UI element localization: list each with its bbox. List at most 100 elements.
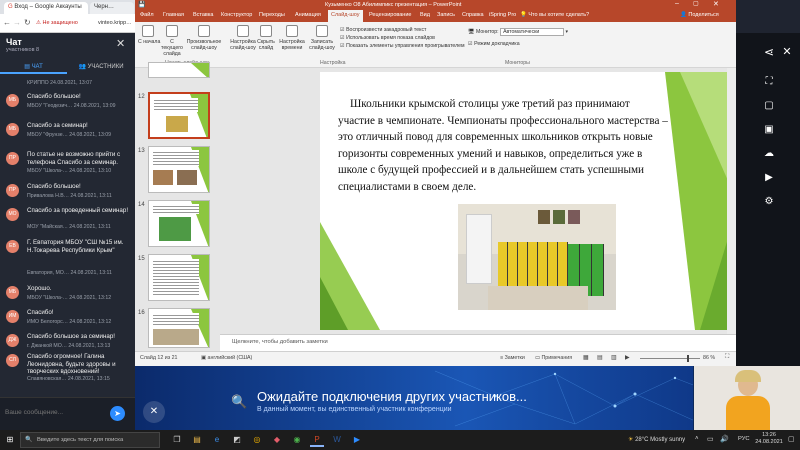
notifications-icon[interactable]: ▢ — [788, 435, 795, 443]
record-show-button[interactable]: Записать слайд-шоу — [307, 25, 337, 51]
clock[interactable]: 13:26 24.08.2021 — [754, 432, 784, 446]
reload-icon[interactable]: ↻ — [24, 18, 31, 27]
slide-thumbnail[interactable] — [148, 254, 210, 301]
slide-body-text[interactable]: Школьники крымской столицы уже третий ра… — [338, 96, 668, 195]
normal-view-icon[interactable]: ▦ — [583, 354, 589, 361]
list-item: КРИППО 24.08.2021, 13:07 — [27, 80, 92, 86]
zoom-slider[interactable] — [640, 358, 700, 359]
group-setup-label: Настройка — [320, 60, 346, 66]
photo-banner — [466, 214, 492, 284]
tab-participants[interactable]: 👥 УЧАСТНИКИ — [67, 60, 135, 74]
tab-transitions[interactable]: Переходы — [259, 12, 285, 18]
notes-pane[interactable]: Щелкните, чтобы добавить заметки — [220, 334, 736, 351]
setup-show-button[interactable]: Настройка слайд-шоу — [230, 25, 256, 51]
language-indicator[interactable]: РУС — [738, 436, 750, 442]
self-video[interactable] — [694, 366, 800, 430]
monitor-select[interactable]: 🖥 Монитор: Автоматически ▾ — [468, 28, 568, 36]
media-controls-checkbox[interactable]: ☑ Показать элементы управления проигрыва… — [340, 42, 465, 50]
back-icon[interactable]: ← — [3, 18, 11, 27]
waiting-banner: ✕ 🔍 Ожидайте подключения других участник… — [135, 366, 736, 430]
slide-photo[interactable] — [458, 204, 616, 310]
tab-design[interactable]: Конструктор — [221, 12, 252, 18]
present-icon[interactable]: ▣ — [762, 123, 776, 137]
powerpoint-icon[interactable]: P — [310, 433, 324, 447]
tab-chat[interactable]: ▤ ЧАТ — [0, 60, 67, 74]
tab-review[interactable]: Рецензирование — [369, 12, 411, 18]
slideshow-view-icon[interactable]: ▶ — [625, 354, 630, 361]
tab-slideshow[interactable]: Слайд-шоу — [328, 10, 363, 22]
custom-show-icon — [198, 25, 210, 37]
video-app-icon[interactable]: ▶ — [350, 433, 364, 447]
tab-insert[interactable]: Вставка — [193, 12, 213, 18]
tab-view[interactable]: Вид — [420, 12, 430, 18]
rehearse-timing-button[interactable]: Настройка времени — [278, 25, 306, 51]
hide-slide-button[interactable]: Скрыть слайд — [256, 25, 276, 51]
from-current-button[interactable]: С текущего слайда — [159, 25, 185, 57]
presenter-view-checkbox[interactable]: ☑ Режим докладчика — [468, 41, 520, 47]
start-icon[interactable]: ⊞ — [3, 433, 17, 447]
slide-thumbnail[interactable] — [148, 62, 210, 78]
close-window-icon[interactable]: ✕ — [713, 0, 719, 8]
current-slide[interactable]: Школьники крымской столицы уже третий ра… — [320, 72, 733, 330]
tray-chevron-icon[interactable]: ˄ — [695, 436, 699, 442]
address-bar[interactable]: ← → ↻ ⚠ Не защищено vinteo.kripp… — [0, 14, 135, 33]
slide-thumbnail-active[interactable] — [148, 92, 210, 139]
slide-thumbnail[interactable] — [148, 146, 210, 193]
close-icon[interactable]: ✕ — [780, 45, 794, 59]
vertical-scrollbar[interactable] — [727, 68, 736, 334]
share-icon[interactable]: ⋖ — [762, 45, 776, 59]
store-icon[interactable]: ◩ — [230, 433, 244, 447]
zoom-level[interactable]: 86 % — [703, 355, 715, 361]
custom-show-button[interactable]: Произвольное слайд-шоу — [186, 25, 222, 51]
edge-icon[interactable]: e — [210, 433, 224, 447]
upload-icon[interactable]: ☁ — [762, 147, 776, 161]
chat-message-input[interactable] — [5, 405, 105, 419]
close-chat-icon[interactable]: ✕ — [116, 37, 125, 50]
language-indicator[interactable]: ▣ английский (США) — [201, 355, 252, 361]
narration-checkbox[interactable]: ☑ Воспроизвести закадровый текст — [340, 26, 465, 34]
task-view-icon[interactable]: ❐ — [170, 433, 184, 447]
save-icon[interactable]: 💾 — [138, 1, 145, 8]
tab-ispring[interactable]: iSpring Pro — [489, 12, 516, 18]
sorter-view-icon[interactable]: ▤ — [597, 354, 603, 361]
tab-record[interactable]: Запись — [437, 12, 455, 18]
maximize-icon[interactable]: ▢ — [693, 0, 699, 7]
notes-toggle[interactable]: ≡ Заметки — [500, 355, 525, 361]
tab-animations[interactable]: Анимация — [295, 12, 321, 18]
tab-help[interactable]: Справка — [462, 12, 484, 18]
zoom-slider-thumb[interactable] — [687, 355, 689, 362]
weather-widget[interactable]: ☀ 28°C Mostly sunny — [628, 436, 685, 443]
minimize-icon[interactable]: – — [675, 0, 679, 7]
tab-home[interactable]: Главная — [163, 12, 184, 18]
network-icon[interactable]: ▭ — [707, 435, 714, 443]
share-button[interactable]: 👤 Поделиться — [680, 12, 719, 18]
browser-tab-second[interactable]: Черн… — [90, 2, 134, 14]
browser-tab-google[interactable]: G Вход – Google Аккаунты — [4, 2, 88, 14]
app-icon[interactable]: ◆ — [270, 433, 284, 447]
reading-view-icon[interactable]: ▥ — [611, 354, 617, 361]
taskbar-search[interactable]: 🔍 Введите здесь текст для поиска — [20, 432, 160, 448]
slide-thumbnail[interactable] — [148, 308, 210, 348]
fit-slide-icon[interactable]: ⛶ — [725, 354, 729, 361]
settings-icon[interactable]: ⚙ — [762, 195, 776, 209]
url-text[interactable]: vinteo.kripp… — [98, 20, 132, 26]
close-icon: ✕ — [149, 406, 159, 417]
explorer-icon[interactable]: ▤ — [190, 433, 204, 447]
send-button[interactable]: ➤ — [110, 406, 125, 421]
video-icon[interactable]: ▶ — [762, 171, 776, 185]
volume-icon[interactable]: 🔊 — [720, 435, 729, 443]
comments-toggle[interactable]: ▭ Примечания — [535, 355, 572, 361]
dismiss-banner-button[interactable]: ✕ — [143, 401, 165, 423]
tab-file[interactable]: Файл — [140, 12, 154, 18]
search-box[interactable]: 💡 Что вы хотите сделать? — [520, 12, 589, 18]
word-icon[interactable]: W — [330, 433, 344, 447]
chrome-alt-icon[interactable]: ◉ — [290, 433, 304, 447]
layout-icon[interactable]: ▢ — [762, 99, 776, 113]
from-start-button[interactable]: С начала — [138, 25, 160, 45]
forward-icon[interactable]: → — [13, 18, 21, 27]
timings-checkbox[interactable]: ☑ Использовать время показа слайдов — [340, 34, 465, 42]
insecure-warning[interactable]: ⚠ Не защищено — [36, 20, 78, 26]
slide-thumbnail[interactable] — [148, 200, 210, 247]
chrome-icon[interactable]: ◎ — [250, 433, 264, 447]
fullscreen-icon[interactable]: ⛶ — [762, 75, 776, 89]
